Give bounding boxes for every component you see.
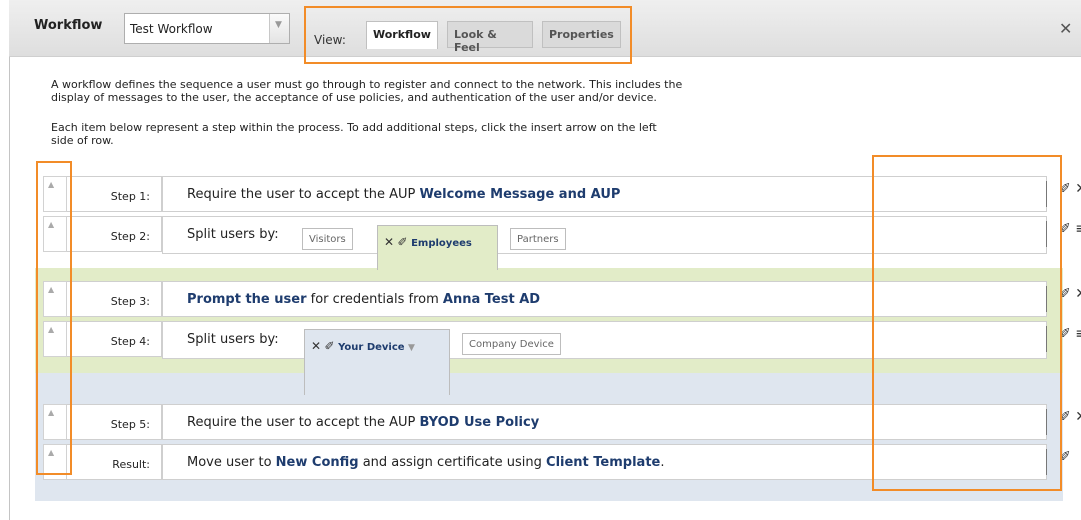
result-template-link[interactable]: Client Template xyxy=(546,455,660,470)
description-line-2: display of messages to the user, the acc… xyxy=(51,91,657,104)
step-3-source-link[interactable]: Anna Test AD xyxy=(443,292,540,307)
step-5-text: Require the user to accept the AUP xyxy=(187,415,420,430)
highlight-insert-column xyxy=(36,161,72,475)
step-1-text: Require the user to accept the AUP xyxy=(187,187,420,202)
delete-icon[interactable]: ✕ xyxy=(1075,181,1081,197)
result-text-1: Move user to xyxy=(187,455,276,470)
result-config-link[interactable]: New Config xyxy=(276,455,359,470)
workflow-select-toggle[interactable]: ▼ xyxy=(269,14,289,43)
highlight-view-tabs xyxy=(304,6,632,64)
description-line-1: A workflow defines the sequence a user m… xyxy=(51,78,683,91)
description-line-4: side of row. xyxy=(51,134,114,147)
employees-tab-connector xyxy=(377,254,498,270)
panel-title: Workflow xyxy=(34,18,103,33)
result-text-3: . xyxy=(660,455,665,470)
step-3-label: Step 3: xyxy=(67,281,162,317)
split-tab-company-device[interactable]: Company Device xyxy=(462,333,561,355)
delete-icon[interactable]: ✕ xyxy=(1075,409,1081,425)
step-3-prompt-link[interactable]: Prompt the user xyxy=(187,292,307,307)
close-icon[interactable]: ✕ xyxy=(1059,19,1072,38)
workflow-select[interactable]: Test Workflow ▼ xyxy=(124,13,290,44)
step-5-label: Step 5: xyxy=(67,404,162,440)
device-tab-connector xyxy=(304,359,450,395)
delete-icon[interactable]: ✕ xyxy=(384,235,394,249)
delete-icon[interactable]: ✕ xyxy=(311,339,321,353)
result-label: Result: xyxy=(67,444,162,480)
edit-icon[interactable]: ✐ xyxy=(325,339,335,353)
list-icon[interactable]: ≡ xyxy=(1075,221,1081,237)
step-3-text: for credentials from xyxy=(306,292,443,307)
highlight-tools-column xyxy=(872,155,1062,491)
delete-icon[interactable]: ✕ xyxy=(1075,286,1081,302)
edit-icon[interactable]: ✐ xyxy=(398,235,408,249)
step-2-label: Step 2: xyxy=(67,216,162,252)
step-2-text: Split users by: xyxy=(187,227,279,242)
step-1-label: Step 1: xyxy=(67,176,162,212)
split-tab-your-device-label: Your Device xyxy=(338,342,405,353)
step-4-text: Split users by: xyxy=(187,332,279,347)
chevron-down-icon: ▼ xyxy=(275,20,282,30)
result-text-2: and assign certificate using xyxy=(358,455,547,470)
step-4-label: Step 4: xyxy=(67,321,162,357)
split-tab-partners[interactable]: Partners xyxy=(510,228,566,250)
step-1-aup-link[interactable]: Welcome Message and AUP xyxy=(419,187,620,202)
list-icon[interactable]: ≡ xyxy=(1075,326,1081,342)
split-tab-your-device[interactable]: ✕ ✐ Your Device ▼ xyxy=(304,329,450,361)
step-5-aup-link[interactable]: BYOD Use Policy xyxy=(419,415,539,430)
split-tab-employees-label: Employees xyxy=(411,238,472,249)
split-tab-employees[interactable]: ✕ ✐ Employees xyxy=(377,225,498,255)
workflow-select-value: Test Workflow xyxy=(130,22,213,36)
filter-icon[interactable]: ▼ xyxy=(408,343,415,353)
split-tab-visitors[interactable]: Visitors xyxy=(302,228,353,250)
description-line-3: Each item below represent a step within … xyxy=(51,121,657,134)
